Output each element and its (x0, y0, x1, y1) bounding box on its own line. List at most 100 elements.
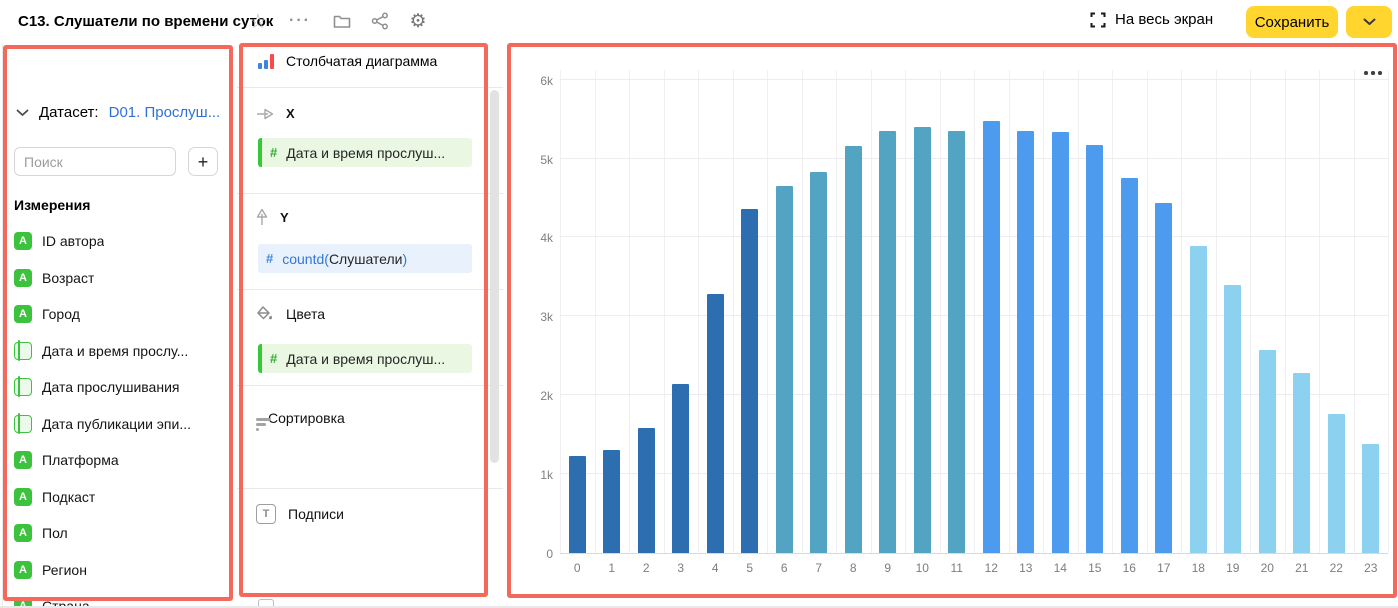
bar-hour-18[interactable] (1190, 246, 1207, 553)
section-label: Y (280, 210, 289, 225)
field-label: Страна (42, 598, 90, 608)
bar-hour-23[interactable] (1362, 444, 1379, 553)
bar-hour-13[interactable] (1017, 131, 1034, 553)
field-label: Дата прослушивания (42, 379, 179, 395)
bar-hour-7[interactable] (810, 172, 827, 553)
chevron-down-icon[interactable] (16, 109, 29, 117)
search-input[interactable] (14, 147, 176, 176)
y-axis-tick: 4k (513, 231, 553, 245)
section-divider (237, 488, 503, 489)
bar-hour-15[interactable] (1086, 145, 1103, 553)
fullscreen-button[interactable]: На весь экран (1090, 11, 1213, 28)
field-label: Дата публикации эпи... (42, 416, 191, 432)
field-list-item[interactable]: Дата публикации эпи... (14, 406, 228, 443)
bar-hour-8[interactable] (845, 146, 862, 553)
x-axis-tick: 13 (1009, 561, 1044, 575)
y-axis-tick: 1k (513, 468, 553, 482)
x-axis-tick: 6 (767, 561, 802, 575)
bar-hour-9[interactable] (879, 131, 896, 553)
field-label: Город (42, 306, 80, 322)
bar-hour-12[interactable] (983, 121, 1000, 553)
y-axis-tick: 2k (513, 389, 553, 403)
top-bar: C13. Слушатели по времени суток ☆ ··· ⚙ … (0, 0, 1398, 44)
section-sort: Сортировка (256, 410, 345, 426)
section-divider (237, 87, 503, 88)
field-list-item[interactable]: AРегион (14, 552, 228, 589)
field-label: Дата и время прослу... (42, 343, 188, 359)
formula-field: Слушатели (329, 251, 403, 267)
section-label: X (286, 106, 295, 121)
share-icon[interactable] (368, 9, 392, 33)
bar-hour-5[interactable] (741, 209, 758, 553)
chart-type-selector[interactable]: Столбчатая диаграмма (258, 53, 437, 69)
field-list-item[interactable]: AПлатформа (14, 442, 228, 479)
arrow-up-icon (256, 208, 268, 226)
bar-hour-3[interactable] (672, 384, 689, 553)
x-axis-tick: 17 (1147, 561, 1182, 575)
fullscreen-icon (1090, 12, 1106, 28)
string-field-icon: A (14, 561, 32, 579)
x-axis-tick: 18 (1181, 561, 1216, 575)
field-label: ID автора (42, 233, 104, 249)
x-axis-tick: 3 (664, 561, 699, 575)
bar-hour-22[interactable] (1328, 414, 1345, 553)
folder-icon[interactable] (330, 9, 354, 33)
x-axis-tick: 20 (1250, 561, 1285, 575)
field-list-item[interactable]: A Город (14, 296, 228, 333)
text-icon: T (256, 504, 276, 524)
bar-hour-2[interactable] (638, 428, 655, 553)
bar-hour-6[interactable] (776, 186, 793, 553)
bar-hour-4[interactable] (707, 294, 724, 553)
field-list-item[interactable]: A ID автора (14, 223, 228, 260)
dataset-link[interactable]: D01. Прослуш... (109, 104, 221, 121)
section-label: Подписи (288, 506, 344, 522)
hash-icon: # (270, 145, 277, 160)
more-ellipsis-icon[interactable]: ··· (288, 9, 312, 33)
bar-hour-14[interactable] (1052, 132, 1069, 553)
field-list-item[interactable]: Дата прослушивания (14, 369, 228, 406)
bar-hour-19[interactable] (1224, 285, 1241, 553)
field-list-item[interactable]: Дата и время прослу... (14, 333, 228, 370)
add-field-button[interactable]: + (188, 147, 218, 176)
dataset-row: Датасет: D01. Прослуш... (16, 104, 220, 121)
x-axis-tick: 21 (1285, 561, 1320, 575)
bar-hour-17[interactable] (1155, 203, 1172, 553)
x-axis-tick: 19 (1216, 561, 1251, 575)
field-chip-x[interactable]: #Дата и время прослуш... (258, 138, 472, 167)
field-list-item[interactable]: A Страна (14, 588, 228, 608)
star-icon[interactable]: ☆ (246, 9, 270, 33)
bar-hour-1[interactable] (603, 450, 620, 553)
section-y: Y (256, 208, 289, 226)
x-axis-tick: 10 (905, 561, 940, 575)
x-axis-tick: 9 (871, 561, 906, 575)
bar-hour-10[interactable] (914, 127, 931, 553)
field-label: Пол (42, 525, 68, 541)
string-field-icon: A (14, 451, 32, 469)
x-axis-tick: 7 (802, 561, 837, 575)
save-more-button[interactable] (1346, 6, 1392, 38)
field-list-item[interactable]: AПодкаст (14, 479, 228, 516)
field-list-item[interactable]: AВозраст (14, 260, 228, 297)
string-field-icon: A (14, 305, 32, 323)
bar-chart-plot (560, 70, 1388, 554)
section-label: Цвета (286, 306, 325, 322)
gear-icon[interactable]: ⚙ (406, 9, 430, 33)
string-field-icon: A (14, 232, 32, 250)
dataset-label: Датасет: (39, 104, 99, 121)
field-label: Возраст (42, 270, 94, 286)
formula-suffix: ) (403, 251, 408, 267)
fullscreen-label: На весь экран (1115, 11, 1213, 28)
bar-hour-16[interactable] (1121, 178, 1138, 553)
bar-hour-21[interactable] (1293, 373, 1310, 553)
bar-hour-20[interactable] (1259, 350, 1276, 553)
field-list-item[interactable]: AПол (14, 515, 228, 552)
string-field-icon: A (14, 597, 32, 608)
calendar-field-icon (14, 342, 32, 360)
bar-hour-11[interactable] (948, 131, 965, 553)
save-button[interactable]: Сохранить (1246, 6, 1338, 38)
middle-panel-scrollbar[interactable] (490, 90, 499, 463)
section-label: Сортировка (268, 410, 345, 426)
field-chip-colors[interactable]: #Дата и время прослуш... (258, 344, 472, 373)
field-chip-y[interactable]: #countd(Слушатели) (258, 244, 472, 273)
bar-hour-0[interactable] (569, 456, 586, 553)
